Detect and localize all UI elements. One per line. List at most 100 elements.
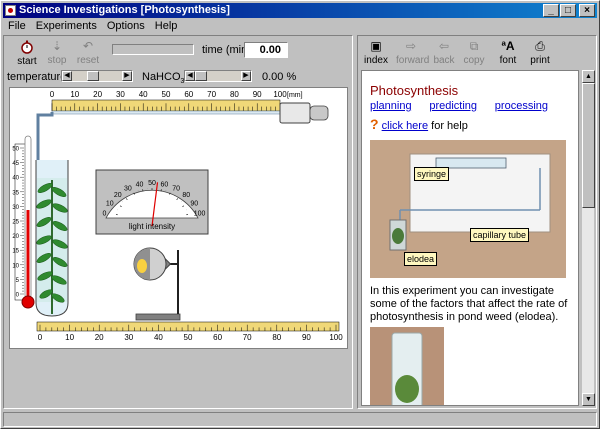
back-label: back bbox=[433, 55, 455, 66]
help-pane: ▣ index ⇨ forward ⇦ back ⧉ copy ªA font … bbox=[357, 35, 597, 409]
help-toolbar: ▣ index ⇨ forward ⇦ back ⧉ copy ªA font … bbox=[358, 36, 596, 68]
menu-help[interactable]: Help bbox=[155, 19, 178, 34]
copy-icon: ⧉ bbox=[469, 39, 479, 53]
start-button[interactable]: start bbox=[14, 40, 40, 67]
meter-scale-label: 40 bbox=[136, 181, 144, 188]
slider-left-arrow-icon[interactable]: ◀ bbox=[185, 71, 195, 81]
stop-button[interactable]: ⇣ stop bbox=[44, 39, 70, 67]
syringe[interactable] bbox=[279, 102, 311, 124]
slider-left-arrow-icon[interactable]: ◀ bbox=[62, 71, 72, 81]
menu-file[interactable]: File bbox=[8, 19, 26, 34]
book-icon: ▣ bbox=[370, 39, 382, 53]
title-bar[interactable]: Science Investigations [Photosynthesis] … bbox=[3, 3, 597, 18]
thermometer-mercury bbox=[26, 210, 30, 300]
thermometer-label: 25 bbox=[12, 220, 19, 226]
index-button[interactable]: ▣ index bbox=[364, 39, 388, 67]
distance-scale-label: 10 bbox=[65, 333, 74, 342]
time-progress-bar bbox=[112, 44, 194, 55]
slider-right-arrow-icon[interactable]: ▶ bbox=[241, 71, 251, 81]
menu-experiments[interactable]: Experiments bbox=[36, 19, 97, 34]
distance-scale-label: 70 bbox=[243, 333, 252, 342]
app-window: Science Investigations [Photosynthesis] … bbox=[0, 0, 600, 429]
start-label: start bbox=[17, 56, 37, 67]
printer-icon: ⎙ bbox=[535, 39, 545, 53]
scroll-thumb[interactable] bbox=[582, 83, 595, 208]
distance-scale-label: 90 bbox=[302, 333, 311, 342]
stopwatch-icon bbox=[21, 40, 33, 54]
reset-button[interactable]: ↶ reset bbox=[74, 40, 102, 67]
meter-scale-label: 20 bbox=[114, 192, 122, 199]
experiment-canvas: 0 10 20 30 40 50 60 70 80 90 100 [mm] 50 45 40 35 30 25 2… bbox=[9, 87, 348, 349]
meter-scale-label: 0 bbox=[102, 210, 106, 217]
distance-scale-label: 50 bbox=[184, 333, 193, 342]
print-label: print bbox=[530, 55, 550, 66]
capillary-callout: capillary tube bbox=[470, 228, 530, 242]
help-text: for help bbox=[428, 120, 468, 132]
font-icon: ªA bbox=[501, 39, 515, 53]
distance-scale-label: 100 bbox=[329, 333, 343, 342]
forward-arrow-icon: ⇨ bbox=[405, 39, 417, 53]
thermometer-label: 15 bbox=[12, 249, 19, 255]
capillary-scale-label: 60 bbox=[184, 90, 193, 99]
capillary-unit: [mm] bbox=[287, 92, 303, 99]
meter-label: light intensity bbox=[129, 222, 175, 231]
capillary-tube bbox=[51, 110, 281, 115]
meter-scale-label: 30 bbox=[124, 185, 132, 192]
capillary-scale-label: 0 bbox=[50, 90, 55, 99]
distance-scale-label: 0 bbox=[38, 333, 43, 342]
maximize-button[interactable]: □ bbox=[560, 4, 576, 17]
meter-scale-label: 50 bbox=[148, 180, 156, 187]
print-button[interactable]: ⎙ print bbox=[528, 39, 552, 67]
link-predicting[interactable]: predicting bbox=[429, 100, 477, 112]
question-mark-icon[interactable]: ? bbox=[370, 116, 379, 132]
app-icon[interactable] bbox=[5, 5, 16, 16]
experiment-drawing: 0 10 20 30 40 50 60 70 80 90 100 [mm] 5045403530252… bbox=[12, 90, 343, 342]
forward-button[interactable]: ⇨ forward bbox=[396, 39, 429, 67]
reset-label: reset bbox=[76, 55, 100, 66]
down-arrow-icon: ⇣ bbox=[51, 39, 63, 53]
thermometer-label: 35 bbox=[12, 190, 19, 196]
apparatus-photo-image bbox=[370, 140, 566, 278]
temperature-slider[interactable]: ◀ ▶ bbox=[61, 70, 133, 82]
font-button[interactable]: ªA font bbox=[496, 39, 520, 67]
capillary-scale-label: 80 bbox=[230, 90, 239, 99]
slider-right-arrow-icon[interactable]: ▶ bbox=[122, 71, 132, 81]
status-bar bbox=[3, 412, 597, 427]
menu-bar: File Experiments Options Help bbox=[3, 19, 597, 34]
meter-scale-label: 100 bbox=[194, 210, 206, 217]
back-arrow-icon: ⇦ bbox=[438, 39, 450, 53]
syringe-plunger[interactable] bbox=[309, 105, 329, 121]
link-processing[interactable]: processing bbox=[495, 100, 548, 112]
distance-scale-label: 20 bbox=[95, 333, 104, 342]
temperature-label: temperature bbox=[7, 71, 67, 83]
copy-button[interactable]: ⧉ copy bbox=[462, 39, 486, 67]
meter-scale-label: 80 bbox=[182, 192, 190, 199]
thermometer-label: 50 bbox=[12, 147, 19, 153]
thermometer-bulb bbox=[21, 295, 35, 309]
lamp[interactable] bbox=[133, 247, 181, 321]
nahco3-slider-thumb[interactable] bbox=[195, 71, 207, 81]
help-link[interactable]: click here bbox=[382, 120, 428, 132]
font-label: font bbox=[499, 55, 517, 66]
meter-scale-label: 60 bbox=[161, 181, 169, 188]
topic-links: planning predicting processing bbox=[370, 100, 548, 112]
index-label: index bbox=[364, 55, 388, 66]
vertical-scrollbar[interactable]: ▲ ▼ bbox=[581, 70, 595, 406]
close-button[interactable]: × bbox=[579, 4, 595, 17]
temperature-slider-thumb[interactable] bbox=[87, 71, 100, 81]
link-planning[interactable]: planning bbox=[370, 100, 412, 112]
nahco3-value: 0.00 % bbox=[262, 71, 297, 83]
nahco3-slider[interactable]: ◀ ▶ bbox=[184, 70, 252, 82]
back-button[interactable]: ⇦ back bbox=[432, 39, 456, 67]
meter-scale-label: 90 bbox=[190, 200, 198, 207]
thermometer-label: 40 bbox=[12, 176, 19, 182]
scroll-down-icon[interactable]: ▼ bbox=[582, 393, 595, 406]
window-title: Science Investigations [Photosynthesis] bbox=[19, 4, 230, 16]
help-content: Photosynthesis planning predicting proce… bbox=[361, 70, 579, 406]
intro-paragraph: In this experiment you can investigate s… bbox=[370, 285, 568, 323]
menu-options[interactable]: Options bbox=[107, 19, 145, 34]
thermometer-label: 10 bbox=[12, 263, 19, 269]
capillary-scale-label: 10 bbox=[70, 90, 79, 99]
scroll-up-icon[interactable]: ▲ bbox=[582, 70, 595, 83]
minimize-button[interactable]: _ bbox=[543, 4, 559, 17]
